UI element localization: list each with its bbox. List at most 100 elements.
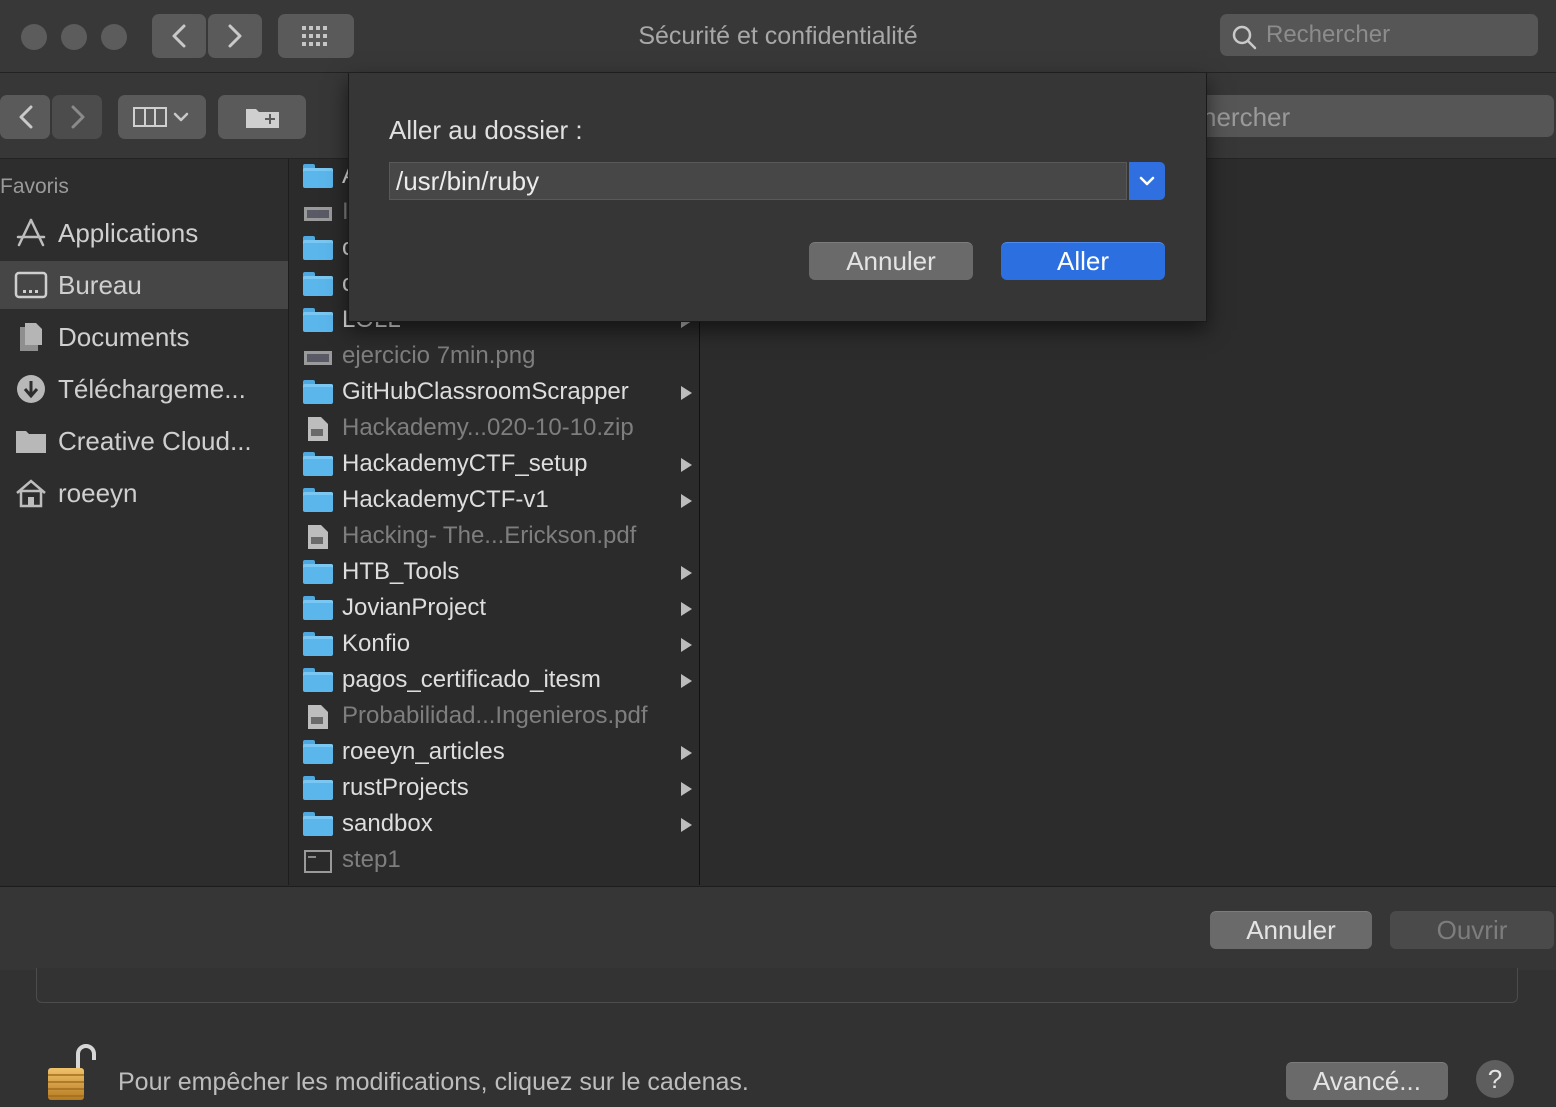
file-name: pagos_certificado_itesm: [342, 666, 601, 693]
file-row[interactable]: HackademyCTF-v1: [289, 483, 699, 519]
lock-message: Pour empêcher les modifications, cliquez…: [118, 1068, 749, 1096]
panel-forward-button[interactable]: [52, 95, 102, 139]
goto-folder-sheet: Aller au dossier : Annuler Aller: [348, 73, 1207, 322]
view-mode-button[interactable]: [118, 95, 206, 139]
lock-button[interactable]: [44, 1040, 96, 1102]
file-name: sandbox: [342, 810, 433, 837]
columns-view-icon: [133, 107, 189, 127]
sidebar-item-home[interactable]: roeeyn: [0, 469, 288, 517]
unlocked-padlock-icon: [48, 1044, 96, 1100]
file-name: Konfio: [342, 630, 411, 657]
sidebar-item-applications[interactable]: Applications: [0, 209, 288, 257]
file-row[interactable]: HTB_Tools: [289, 555, 699, 591]
disclosure-arrow-icon: [681, 386, 692, 400]
sidebar-item-label: Creative Cloud...: [58, 426, 252, 456]
downloads-icon: [17, 375, 45, 403]
chevron-down-icon: [1139, 176, 1155, 186]
cancel-button[interactable]: Annuler: [1210, 911, 1372, 949]
help-button[interactable]: ?: [1476, 1060, 1514, 1098]
new-folder-button[interactable]: [218, 95, 306, 139]
file-row[interactable]: JovianProject: [289, 591, 699, 627]
panel-back-button[interactable]: [0, 95, 50, 139]
sidebar-heading: Favoris: [0, 175, 69, 198]
panel-search-field[interactable]: hercher: [1150, 95, 1554, 137]
file-name: HackademyCTF_setup: [342, 450, 588, 477]
file-name: HTB_Tools: [342, 558, 460, 585]
file-row[interactable]: roeeyn_articles: [289, 735, 699, 771]
window-titlebar: Sécurité et confidentialité Rechercher: [0, 0, 1556, 73]
file-row[interactable]: GitHubClassroomScrapper: [289, 375, 699, 411]
folder-icon: [303, 560, 333, 586]
folder-icon: [303, 776, 333, 802]
folder-icon: [303, 740, 333, 766]
image-file-icon: [303, 200, 333, 226]
file-row[interactable]: HackademyCTF_setup: [289, 447, 699, 483]
sidebar-item-label: Documents: [58, 322, 190, 352]
file-name: Hackademy...020-10-10.zip: [342, 414, 634, 441]
file-row[interactable]: Hackademy...020-10-10.zip: [289, 411, 699, 447]
file-row[interactable]: ejercicio 7min.png: [289, 339, 699, 375]
search-icon: [1232, 25, 1257, 50]
sidebar-item-label: Applications: [58, 218, 199, 248]
search-placeholder: Rechercher: [1266, 21, 1391, 48]
file-name: rustProjects: [342, 774, 469, 801]
file-row[interactable]: Hacking- The...Erickson.pdf: [289, 519, 699, 555]
pdf-file-icon: [303, 524, 333, 550]
file-row[interactable]: Probabilidad...Ingenieros.pdf: [289, 699, 699, 735]
sidebar-item-label: roeeyn: [58, 478, 138, 508]
sidebar-item-label: Téléchargeme...: [58, 374, 246, 404]
sheet-cancel-button[interactable]: Annuler: [809, 242, 973, 280]
folder-icon: [303, 632, 333, 658]
applications-icon: [16, 218, 46, 247]
pdf-file-icon: [303, 704, 333, 730]
sidebar-item-creative-cloud[interactable]: Creative Cloud...: [0, 417, 288, 465]
search-field[interactable]: Rechercher: [1220, 14, 1538, 56]
disclosure-arrow-icon: [681, 602, 692, 616]
file-row[interactable]: Konfio: [289, 627, 699, 663]
file-name: JovianProject: [342, 594, 487, 621]
file-row[interactable]: sandbox: [289, 807, 699, 843]
sidebar-item-label: Bureau: [58, 270, 142, 300]
home-icon: [16, 479, 46, 508]
executable-file-icon: [303, 848, 333, 874]
sidebar-item-bureau[interactable]: Bureau: [0, 261, 288, 309]
zip-file-icon: [303, 416, 333, 442]
image-file-icon: [303, 344, 333, 370]
folder-icon: [303, 488, 333, 514]
folder-icon: [303, 812, 333, 838]
file-name: GitHubClassroomScrapper: [342, 378, 629, 405]
sidebar-item-downloads[interactable]: Téléchargeme...: [0, 365, 288, 413]
file-name: step1: [342, 846, 401, 873]
folder-icon: [303, 596, 333, 622]
disclosure-arrow-icon: [681, 818, 692, 832]
file-row[interactable]: pagos_certificado_itesm: [289, 663, 699, 699]
folder-icon: [303, 164, 333, 190]
go-button[interactable]: Aller: [1001, 242, 1165, 280]
open-button[interactable]: Ouvrir: [1390, 911, 1554, 949]
folder-icon: [303, 272, 333, 298]
folder-icon: [303, 308, 333, 334]
advanced-button[interactable]: Avancé...: [1286, 1062, 1448, 1100]
folder-icon: [303, 236, 333, 262]
desktop-icon: [14, 271, 48, 299]
file-name: Probabilidad...Ingenieros.pdf: [342, 702, 648, 729]
disclosure-arrow-icon: [681, 494, 692, 508]
panel-footer: Annuler Ouvrir: [0, 886, 1556, 970]
path-dropdown-button[interactable]: [1129, 162, 1165, 200]
file-name: HackademyCTF-v1: [342, 486, 549, 513]
disclosure-arrow-icon: [681, 782, 692, 796]
sidebar: Favoris Applications Bureau Documents Té…: [0, 159, 289, 885]
file-row[interactable]: step1: [289, 843, 699, 879]
sidebar-item-documents[interactable]: Documents: [0, 313, 288, 361]
disclosure-arrow-icon: [681, 566, 692, 580]
path-input[interactable]: [389, 162, 1127, 200]
panel-search-placeholder: hercher: [1202, 102, 1291, 132]
content-box: [36, 968, 1518, 1003]
folder-icon: [16, 431, 46, 453]
file-name: ejercicio 7min.png: [342, 342, 536, 369]
disclosure-arrow-icon: [681, 674, 692, 688]
file-row[interactable]: rustProjects: [289, 771, 699, 807]
file-name: roeeyn_articles: [342, 738, 505, 765]
documents-icon: [20, 323, 42, 351]
disclosure-arrow-icon: [681, 458, 692, 472]
